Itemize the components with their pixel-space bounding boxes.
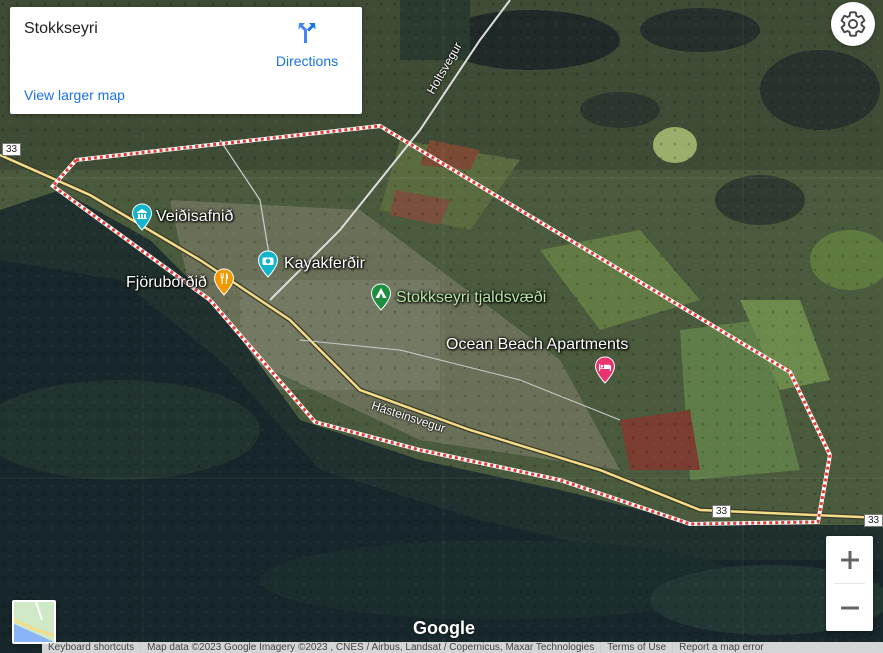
restaurant-icon[interactable] [213,268,235,296]
google-logo: Google [413,618,475,638]
terms-link[interactable]: Terms of Use [601,642,674,653]
view-larger-map-link[interactable]: View larger map [24,87,125,103]
place-label-restaurant[interactable]: Fjöruborðið [126,274,207,292]
place-label-museum[interactable]: Veiðisafnið [156,208,233,226]
museum-icon[interactable] [131,203,153,231]
zoom-control [826,536,873,631]
place-label-kayak[interactable]: Kayakferðir [284,255,365,273]
zoom-in-button[interactable] [826,536,873,583]
directions-label: Directions [275,53,339,69]
route-shield: 33 [712,505,732,518]
campground-icon[interactable] [370,283,392,311]
place-label-campground[interactable]: Stokkseyri tjaldsvæði [396,289,546,307]
zoom-in-icon [840,550,859,569]
map-layer-thumbnail [14,602,54,642]
camera-icon[interactable] [257,250,279,278]
directions-button[interactable]: Directions [272,19,342,69]
map-type-toggle[interactable] [12,600,56,644]
directions-icon [298,23,316,43]
attribution-bar: Keyboard shortcuts Map data ©2023 Google… [42,642,883,653]
route-shield: 33 [864,514,883,527]
settings-button[interactable] [831,2,875,46]
route-shield: 33 [2,143,22,156]
zoom-out-icon [840,606,859,609]
place-label-lodging[interactable]: Ocean Beach Apartments [446,336,628,354]
hotel-icon[interactable] [594,356,616,384]
place-title: Stokkseyri [24,20,98,37]
map-data-attribution: Map data ©2023 Google Imagery ©2023 , CN… [141,642,602,653]
report-error-link[interactable]: Report a map error [673,642,769,653]
place-info-card: Stokkseyri Directions View larger map [10,7,362,114]
zoom-out-button[interactable] [826,584,873,631]
keyboard-shortcuts-link[interactable]: Keyboard shortcuts [42,642,142,653]
settings-icon [840,11,866,37]
